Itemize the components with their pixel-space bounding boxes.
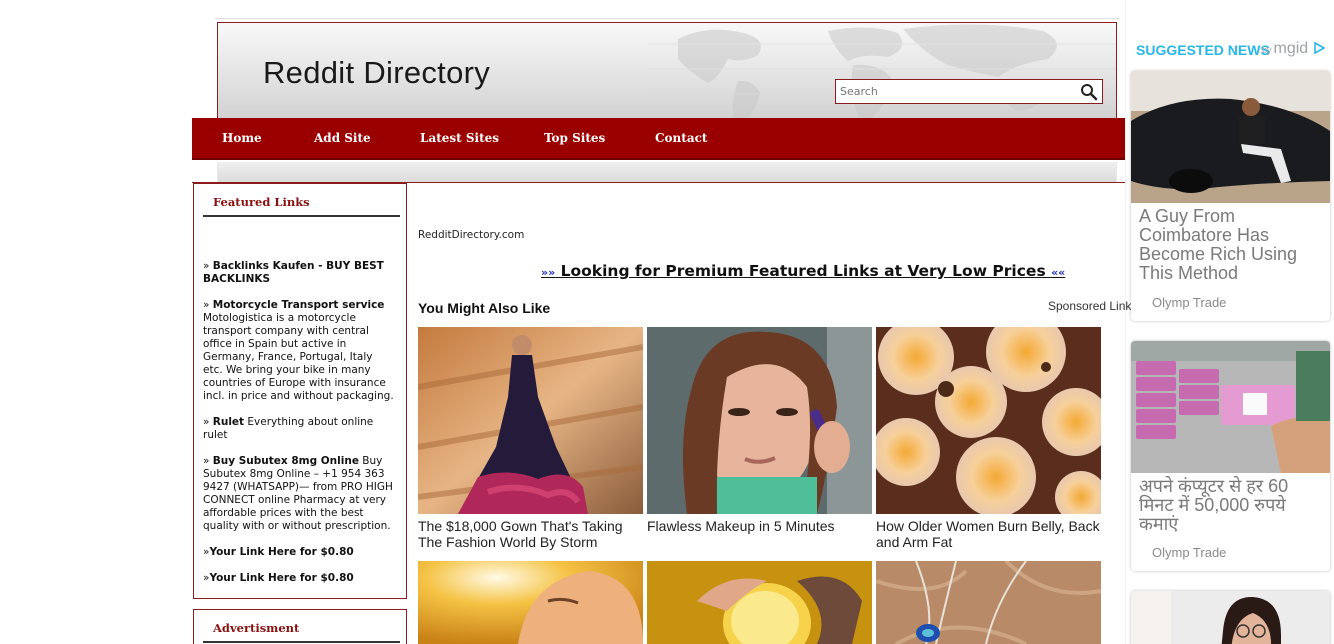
ad-title: अपने कंप्यूटर से हर 60 मिनट में 50,000 र… <box>1139 476 1289 534</box>
recommendation-card[interactable]: The $18,000 Gown That's Taking The Fashi… <box>418 327 643 550</box>
panel-divider <box>203 641 400 643</box>
search-box <box>835 79 1103 104</box>
featured-link-title[interactable]: Motorcycle Transport service <box>213 299 385 311</box>
featured-link-desc: Motologistica is a motorcycle transport … <box>203 312 394 402</box>
featured-link-item: » Rulet Everything about online rulet <box>203 416 395 442</box>
suggested-news-card[interactable]: अपने कंप्यूटर से हर 60 मिनट में 50,000 र… <box>1131 341 1330 571</box>
featured-link-item: »Your Link Here for $0.80 <box>203 572 395 585</box>
search-icon[interactable] <box>1080 83 1098 101</box>
recommendation-card[interactable] <box>876 561 1101 644</box>
nav-add-site[interactable]: Add Site <box>314 131 371 145</box>
featured-link-item: » Buy Subutex 8mg Online Buy Subutex 8mg… <box>203 455 395 533</box>
featured-links-title: Featured Links <box>213 195 310 209</box>
recommendation-card[interactable]: How Older Women Burn Belly, Back and Arm… <box>876 327 1101 550</box>
widget-divider <box>1125 0 1126 644</box>
advertisment-panel: Advertisment <box>193 609 407 644</box>
featured-link-title[interactable]: Rulet <box>213 416 244 428</box>
ad-choices-icon[interactable] <box>1313 41 1326 55</box>
lemon-photo <box>647 561 872 644</box>
card-title: The $18,000 Gown That's Taking The Fashi… <box>418 518 623 550</box>
panel-divider <box>203 215 400 217</box>
main-nav: Home Add Site Latest Sites Top Sites Con… <box>192 118 1126 160</box>
premium-featured-links-link[interactable]: »» Looking for Premium Featured Links at… <box>541 262 1065 280</box>
double-arrow-left-glyph: «« <box>1051 266 1066 279</box>
featured-link-title[interactable]: Backlinks Kaufen - BUY BEST BACKLINKS <box>203 260 384 285</box>
recommendation-card[interactable] <box>647 561 872 644</box>
featured-link-item: » Motorcycle Transport service Motologis… <box>203 299 395 403</box>
car-man-photo <box>1131 71 1330 203</box>
woman-phone-photo <box>1131 591 1330 644</box>
mgid-brand-text: mgid <box>1273 40 1309 57</box>
mgid-logo[interactable]: by mgid <box>1262 40 1326 58</box>
ad-title: A Guy From Coimbatore Has Become Rich Us… <box>1139 206 1298 283</box>
sun-face-photo <box>418 561 643 644</box>
makeup-photo <box>647 327 872 514</box>
money-photo <box>1131 341 1330 473</box>
double-arrow-right-glyph: »» <box>541 266 556 279</box>
bullet-glyph: » <box>203 260 213 272</box>
featured-links-list: » Backlinks Kaufen - BUY BEST BACKLINKS … <box>203 260 395 598</box>
nav-top-sites[interactable]: Top Sites <box>544 131 605 145</box>
nav-contact[interactable]: Contact <box>655 131 707 145</box>
bullet-glyph: » <box>203 416 213 428</box>
card-title: How Older Women Burn Belly, Back and Arm… <box>876 518 1100 550</box>
by-label: by <box>1262 45 1272 55</box>
featured-link-item: »Your Link Here for $0.80 <box>203 546 395 559</box>
sponsored-links-label[interactable]: Sponsored Links <box>1048 299 1137 313</box>
featured-link-item: » Backlinks Kaufen - BUY BEST BACKLINKS <box>203 260 395 286</box>
recommendation-card[interactable] <box>418 561 643 644</box>
ad-source: Olymp Trade <box>1152 545 1227 560</box>
suggested-news-card[interactable] <box>1131 591 1330 644</box>
nav-home[interactable]: Home <box>222 131 262 145</box>
cells-photo <box>876 327 1101 514</box>
card-title: Flawless Makeup in 5 Minutes <box>647 518 835 534</box>
site-header: Reddit Directory <box>217 22 1117 118</box>
site-title[interactable]: Reddit Directory <box>263 55 490 91</box>
recommendation-card[interactable]: Flawless Makeup in 5 Minutes <box>647 327 872 534</box>
ad-source: Olymp Trade <box>1152 295 1227 310</box>
site-domain-text: RedditDirectory.com <box>418 229 525 241</box>
gown-photo <box>418 327 643 514</box>
featured-link-title[interactable]: Buy Subutex 8mg Online <box>213 455 359 467</box>
search-input[interactable] <box>840 83 1070 100</box>
advertisment-title: Advertisment <box>213 621 300 635</box>
featured-links-panel: Featured Links » Backlinks Kaufen - BUY … <box>193 183 407 599</box>
bullet-glyph: » <box>203 299 213 311</box>
suggested-news-card[interactable]: A Guy From Coimbatore Has Become Rich Us… <box>1131 71 1330 321</box>
your-link-here[interactable]: Your Link Here for $0.80 <box>209 546 353 558</box>
sub-nav-strip <box>217 162 1117 182</box>
necklace-photo <box>876 561 1101 644</box>
your-link-here[interactable]: Your Link Here for $0.80 <box>209 572 353 584</box>
premium-link-label: Looking for Premium Featured Links at Ve… <box>555 262 1052 280</box>
suggested-news-heading: SUGGESTED NEWS <box>1136 42 1270 58</box>
you-might-also-like-heading: You Might Also Like <box>418 300 551 316</box>
bullet-glyph: » <box>203 455 213 467</box>
nav-latest-sites[interactable]: Latest Sites <box>420 131 499 145</box>
